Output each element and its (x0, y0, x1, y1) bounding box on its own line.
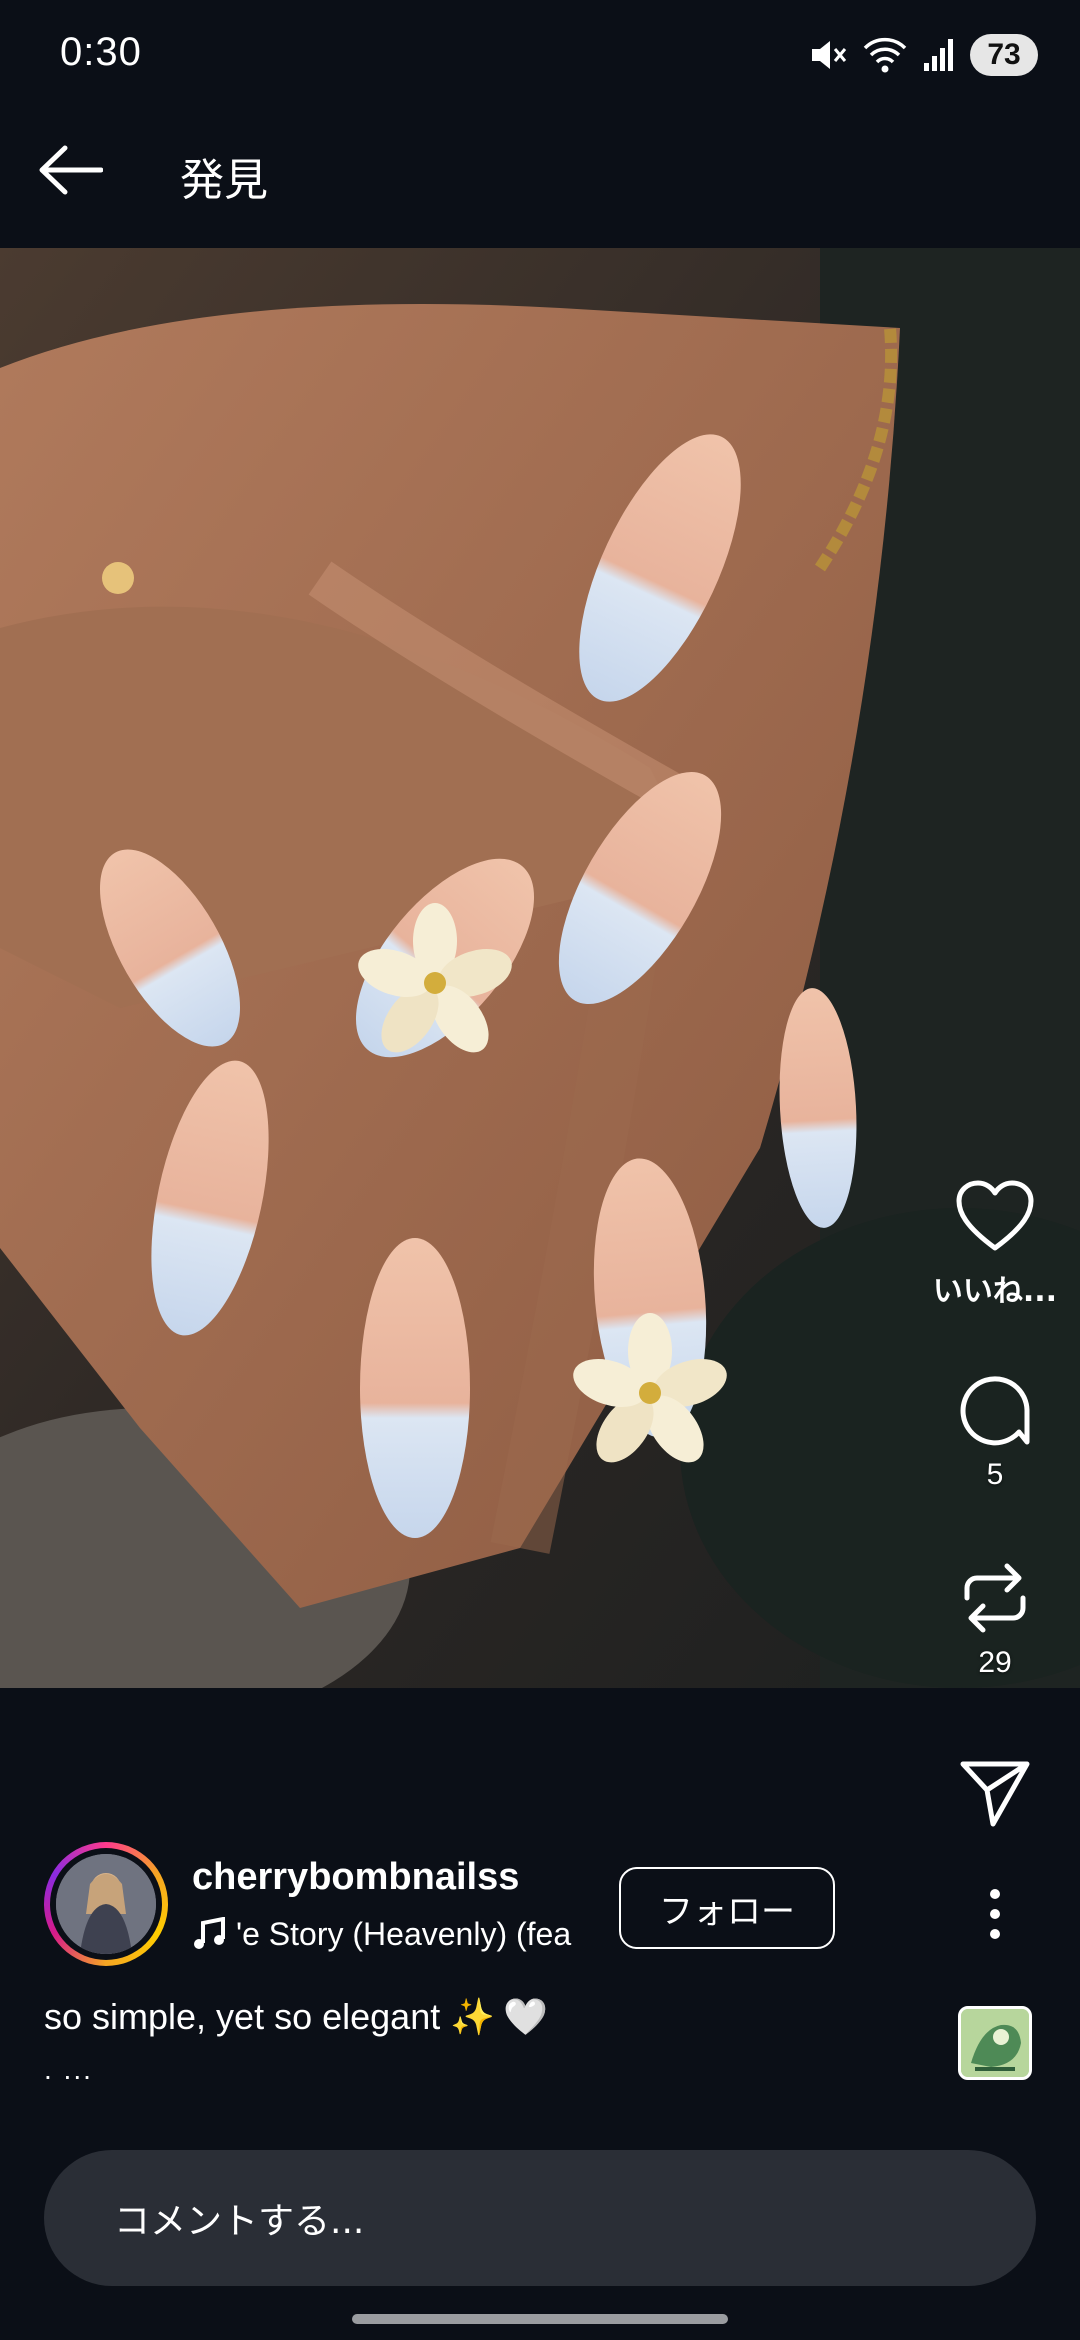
more-options-button[interactable] (925, 1886, 1065, 1942)
wifi-icon (863, 37, 907, 73)
caption-heart-emoji: 🤍 (503, 1997, 548, 2038)
caption-more[interactable]: . ... (44, 2054, 93, 2086)
audio-thumbnail[interactable] (958, 2006, 1032, 2080)
caption[interactable]: so simple, yet so elegant ✨ 🤍 (44, 1996, 548, 2038)
like-button[interactable]: いいね... (925, 1180, 1065, 1310)
share-button[interactable] (925, 1758, 1065, 1828)
post-media[interactable] (0, 248, 1080, 1688)
repost-icon (964, 1563, 1026, 1633)
comment-placeholder: コメントする... (114, 2201, 365, 2242)
comment-bubble-icon (960, 1376, 1030, 1446)
comment-count: 5 (986, 1458, 1004, 1491)
caption-text: so simple, yet so elegant ✨ (44, 1996, 496, 2037)
home-indicator[interactable] (352, 2314, 728, 2324)
more-vertical-icon (990, 1889, 1000, 1939)
screen: 0:30 73 発見 いいね... 5 29 cherrybombnailss … (0, 0, 1080, 2340)
music-note-icon (194, 1917, 225, 1949)
like-label: いいね... (932, 1274, 1058, 1309)
follow-button[interactable]: フォロー (619, 1867, 835, 1949)
username[interactable]: cherrybombnailss (192, 1856, 519, 1899)
status-bar: 0:30 73 (0, 0, 1080, 100)
repost-count: 29 (978, 1646, 1012, 1679)
page-title: 発見 (180, 155, 268, 206)
mute-icon (812, 41, 847, 69)
avatar (56, 1854, 156, 1954)
signal-icon (924, 39, 953, 71)
battery-indicator: 73 (970, 34, 1038, 76)
send-icon (960, 1761, 1030, 1827)
music-title: 'e Story (Heavenly) (fea (236, 1915, 572, 1952)
back-arrow-icon (39, 145, 103, 195)
nail-photo (0, 248, 1080, 1688)
avatar-story-ring[interactable] (44, 1842, 168, 1966)
repost-button[interactable]: 29 (925, 1560, 1065, 1680)
status-time: 0:30 (60, 30, 142, 74)
comment-button[interactable]: 5 (925, 1372, 1065, 1492)
heart-icon (956, 1180, 1034, 1251)
status-icons: 73 (808, 30, 1038, 80)
back-button[interactable] (30, 130, 110, 210)
comment-input[interactable]: コメントする... (44, 2150, 1036, 2286)
audio-cover-image (961, 2009, 1029, 2077)
music-ticker[interactable]: 'e Story (Heavenly) (fea (192, 1912, 594, 1956)
header: 発見 (0, 100, 1080, 248)
